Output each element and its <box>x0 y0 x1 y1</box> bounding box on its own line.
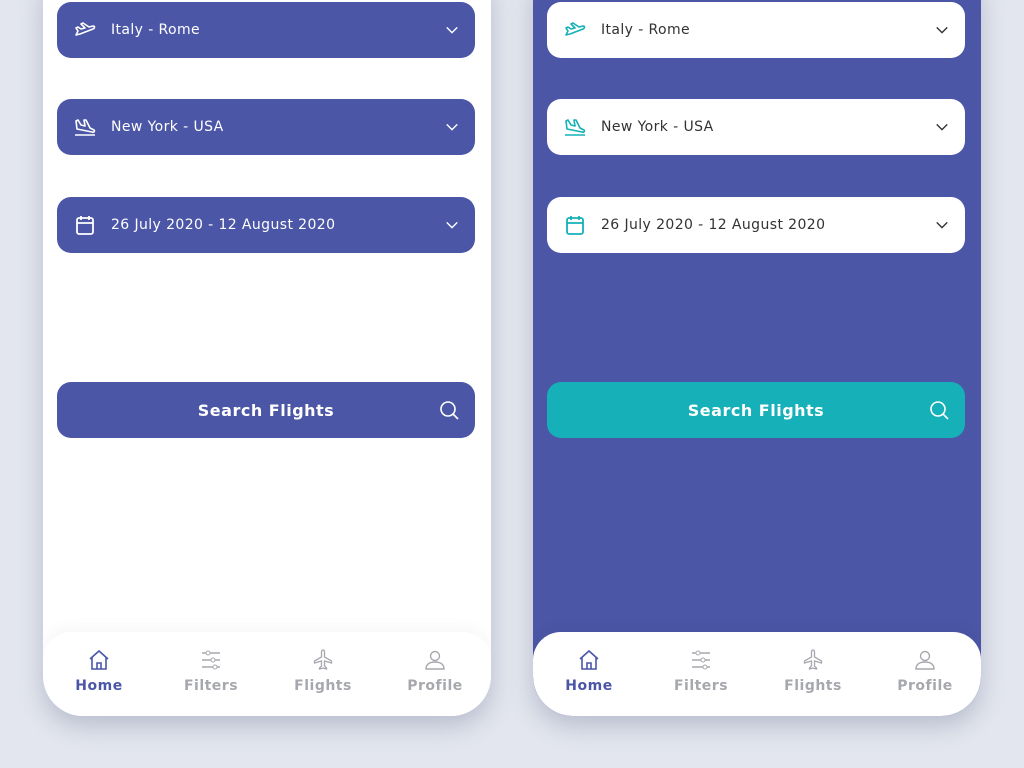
nav-item-home[interactable]: Home <box>533 632 645 716</box>
nav-item-flights[interactable]: Flights <box>757 632 869 716</box>
nav-item-filters[interactable]: Filters <box>645 632 757 716</box>
date-field[interactable]: 26 July 2020 - 12 August 2020 <box>547 197 965 253</box>
phone-light: Italy - Rome New York - USA 26 July 2020 -… <box>43 0 491 716</box>
chevron-down-icon <box>446 26 458 34</box>
nav-item-filters[interactable]: Filters <box>155 632 267 716</box>
bottom-nav: Home Filters Flights Profile <box>43 632 491 716</box>
nav-label: Home <box>75 678 123 694</box>
nav-item-home[interactable]: Home <box>43 632 155 716</box>
nav-item-profile[interactable]: Profile <box>379 632 491 716</box>
nav-label: Home <box>565 678 613 694</box>
field-label: New York - USA <box>601 119 714 135</box>
origin-field[interactable]: Italy - Rome <box>547 2 965 58</box>
bottom-nav: Home Filters Flights Profile <box>533 632 981 716</box>
nav-label: Filters <box>183 678 239 694</box>
nav-label: Flights <box>294 678 352 694</box>
home-icon <box>579 649 599 670</box>
search-flights-button[interactable]: Search Flights <box>57 382 475 438</box>
destination-field[interactable]: New York - USA <box>57 99 475 155</box>
home-icon <box>89 649 109 670</box>
chevron-down-icon <box>446 221 458 229</box>
sliders-icon <box>692 650 710 670</box>
calendar-icon <box>76 216 94 235</box>
chevron-down-icon <box>936 123 948 131</box>
nav-item-profile[interactable]: Profile <box>869 632 981 716</box>
search-button-label: Search Flights <box>687 400 825 420</box>
airplane-icon <box>803 649 823 670</box>
nav-item-flights[interactable]: Flights <box>267 632 379 716</box>
search-button-label: Search Flights <box>197 400 335 420</box>
nav-label: Profile <box>407 678 463 694</box>
user-icon <box>915 650 935 670</box>
field-label: New York - USA <box>111 119 224 135</box>
phone-dark: Italy - Rome New York - USA 26 July 2020 -… <box>533 0 981 716</box>
plane-takeoff-icon <box>565 22 586 36</box>
plane-takeoff-icon <box>75 22 96 36</box>
search-flights-button[interactable]: Search Flights <box>547 382 965 438</box>
field-label: Italy - Rome <box>111 22 201 38</box>
origin-field[interactable]: Italy - Rome <box>57 2 475 58</box>
user-icon <box>425 650 445 670</box>
plane-landing-icon <box>565 119 586 136</box>
date-field[interactable]: 26 July 2020 - 12 August 2020 <box>57 197 475 253</box>
nav-label: Profile <box>897 678 953 694</box>
nav-label: Flights <box>784 678 842 694</box>
calendar-icon <box>566 216 584 235</box>
chevron-down-icon <box>446 123 458 131</box>
chevron-down-icon <box>936 26 948 34</box>
field-label: 26 July 2020 - 12 August 2020 <box>601 217 826 233</box>
field-label: 26 July 2020 - 12 August 2020 <box>111 217 336 233</box>
sliders-icon <box>202 650 220 670</box>
nav-label: Filters <box>673 678 729 694</box>
search-icon <box>930 401 949 420</box>
airplane-icon <box>313 649 333 670</box>
destination-field[interactable]: New York - USA <box>547 99 965 155</box>
field-label: Italy - Rome <box>601 22 691 38</box>
chevron-down-icon <box>936 221 948 229</box>
search-icon <box>440 401 459 420</box>
plane-landing-icon <box>75 119 96 136</box>
